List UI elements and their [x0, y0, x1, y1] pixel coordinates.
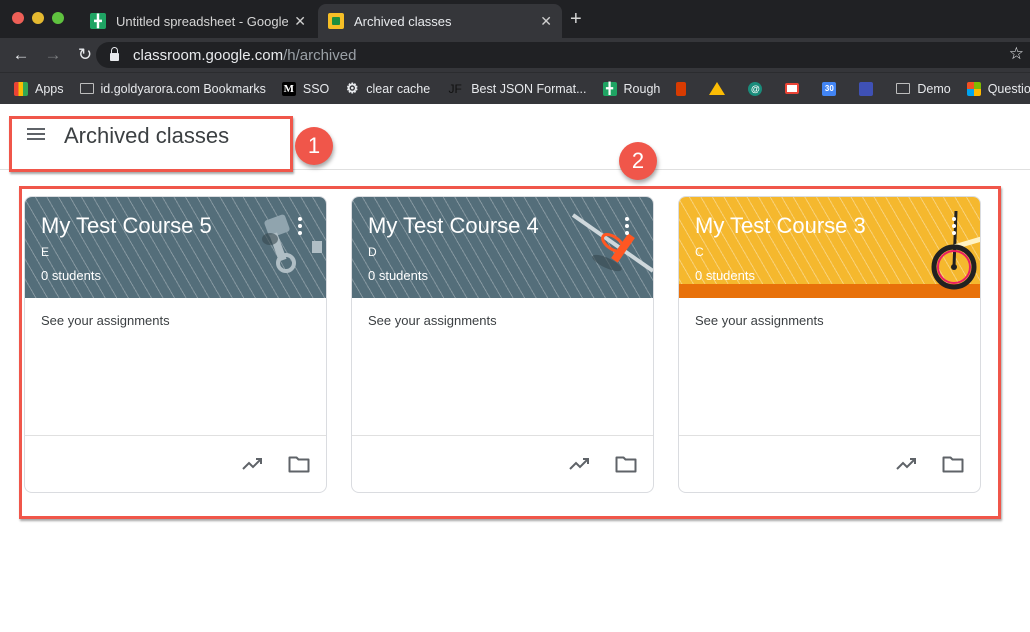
course-student-count: 0 students: [368, 268, 428, 283]
bookmark-demo[interactable]: Demo: [896, 81, 951, 96]
course-card[interactable]: My Test Course 4 D 0 students See your a…: [351, 196, 654, 493]
window-controls: [12, 12, 64, 24]
course-section: C: [695, 245, 704, 259]
bookmark-label: Rough: [623, 81, 661, 96]
bookmark-gmail[interactable]: [785, 83, 806, 94]
course-student-count: 0 students: [695, 268, 755, 283]
more-options-icon[interactable]: [952, 217, 956, 235]
course-student-count: 0 students: [41, 268, 101, 283]
back-arrow-icon[interactable]: ←: [10, 45, 32, 65]
bookmark-sso[interactable]: M SSO: [281, 81, 330, 96]
course-card-header[interactable]: My Test Course 4 D 0 students: [352, 197, 653, 298]
hangouts-icon: @: [748, 81, 763, 96]
annotation-badge-2: 2: [619, 142, 657, 180]
bookmark-star-icon[interactable]: ☆: [1009, 44, 1024, 64]
bookmark-apps[interactable]: Apps: [14, 81, 64, 96]
bookmark-label: Demo: [917, 81, 951, 96]
close-window-button[interactable]: [12, 12, 24, 24]
tab-untitled-spreadsheet[interactable]: ╋ Untitled spreadsheet - Google Sheets ✕: [80, 4, 316, 38]
bookmark-label: SSO: [302, 81, 330, 96]
drive-icon: [709, 82, 726, 95]
browser-tab-bar: ╋ Untitled spreadsheet - Google Sheets ✕…: [0, 0, 1030, 38]
sheets-icon: ╋: [90, 13, 106, 29]
course-name[interactable]: My Test Course 3: [695, 213, 964, 239]
new-tab-button[interactable]: +: [570, 8, 582, 31]
see-assignments-text: See your assignments: [41, 313, 170, 328]
bookmark-label: Best JSON Format...: [471, 81, 587, 96]
folder-icon[interactable]: [288, 455, 310, 473]
gear-icon: ⚙: [345, 80, 359, 96]
folder-icon: [896, 83, 911, 94]
classroom-icon: [328, 13, 344, 29]
course-section: D: [368, 245, 377, 259]
course-card-footer: [679, 436, 980, 492]
folder-icon[interactable]: [615, 455, 637, 473]
tab-archived-classes[interactable]: Archived classes ✕: [318, 4, 562, 38]
annotation-badge-1: 1: [295, 127, 333, 165]
forward-arrow-icon[interactable]: →: [42, 45, 64, 65]
bookmark-drive[interactable]: [709, 82, 732, 95]
tab-title: Archived classes: [354, 13, 452, 29]
bookmark-rough[interactable]: ╋ Rough: [602, 81, 661, 96]
course-name[interactable]: My Test Course 4: [368, 213, 637, 239]
bookmark-label: Questio: [987, 81, 1030, 96]
bookmark-questions[interactable]: Questio: [966, 81, 1030, 96]
course-card[interactable]: My Test Course 5 E 0 students See your a…: [24, 196, 327, 493]
trending-up-icon[interactable]: [242, 456, 264, 472]
trending-up-icon[interactable]: [896, 456, 918, 472]
tab-title: Untitled spreadsheet - Google Sheets: [116, 13, 289, 29]
sheets-icon: ╋: [602, 81, 617, 96]
course-name[interactable]: My Test Course 5: [41, 213, 310, 239]
bookmark-goldyarora[interactable]: id.goldyarora.com Bookmarks: [79, 81, 266, 96]
url-path: /h/archived: [283, 46, 357, 64]
lock-icon: [110, 47, 119, 61]
more-options-icon[interactable]: [298, 217, 302, 235]
course-card-footer: [25, 436, 326, 492]
course-section: E: [41, 245, 50, 259]
bookmark-label: clear cache: [366, 81, 431, 96]
medium-icon: M: [281, 81, 296, 96]
course-card-header[interactable]: My Test Course 5 E 0 students: [25, 197, 326, 298]
bookmark-label: id.goldyarora.com Bookmarks: [100, 81, 266, 96]
minimize-window-button[interactable]: [32, 12, 44, 24]
close-icon[interactable]: ✕: [294, 13, 306, 30]
course-card-body: See your assignments: [25, 298, 326, 436]
see-assignments-text: See your assignments: [368, 313, 497, 328]
bookmark-calendar[interactable]: 30: [822, 81, 843, 96]
office-icon: [676, 81, 687, 96]
gmail-icon: [785, 83, 800, 94]
see-assignments-text: See your assignments: [695, 313, 824, 328]
folder-icon: [79, 83, 94, 94]
bookmark-slides[interactable]: [859, 81, 880, 96]
calendar-icon: 30: [822, 81, 837, 96]
browser-toolbar: ← → ↻ classroom.google.com/h/archived ☆: [0, 38, 1030, 72]
more-options-icon[interactable]: [625, 217, 629, 235]
microsoft-icon: [966, 81, 981, 96]
address-bar[interactable]: classroom.google.com/h/archived ☆: [96, 42, 1030, 68]
close-icon[interactable]: ✕: [540, 13, 552, 30]
bookmark-office[interactable]: [676, 81, 693, 96]
apps-icon: [14, 81, 28, 96]
folder-icon[interactable]: [942, 455, 964, 473]
course-card-body: See your assignments: [679, 298, 980, 436]
bookmark-label: Apps: [35, 81, 64, 96]
course-card[interactable]: My Test Course 3 C 0 students See your a…: [678, 196, 981, 493]
reload-icon[interactable]: ↻: [74, 45, 96, 65]
bookmark-json-formatter[interactable]: JF Best JSON Format...: [446, 81, 587, 96]
course-card-list: My Test Course 5 E 0 students See your a…: [24, 196, 981, 493]
bookmark-hangouts[interactable]: @: [748, 81, 769, 96]
course-card-footer: [352, 436, 653, 492]
bookmark-clear-cache[interactable]: ⚙ clear cache: [345, 80, 431, 96]
course-card-body: See your assignments: [352, 298, 653, 436]
slides-icon: [859, 81, 874, 96]
trending-up-icon[interactable]: [569, 456, 591, 472]
jf-icon: JF: [448, 81, 462, 96]
annotation-box-1: [9, 116, 293, 172]
maximize-window-button[interactable]: [52, 12, 64, 24]
url-host: classroom.google.com: [133, 46, 284, 64]
bookmarks-bar: Apps id.goldyarora.com Bookmarks M SSO ⚙ c…: [0, 72, 1030, 104]
course-card-header[interactable]: My Test Course 3 C 0 students: [679, 197, 980, 298]
